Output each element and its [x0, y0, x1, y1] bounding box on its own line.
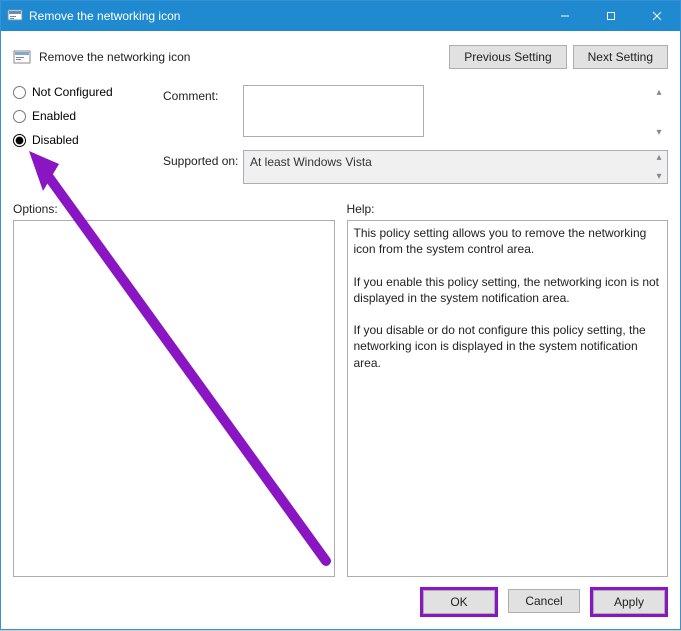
radio-label: Not Configured — [32, 85, 113, 99]
window-body: Remove the networking icon Previous Sett… — [1, 31, 680, 629]
next-setting-button[interactable]: Next Setting — [573, 45, 668, 69]
scroll-arrows: ▴ ▾ — [652, 87, 666, 138]
close-button[interactable] — [634, 1, 680, 31]
fields-column: Comment: ▴ ▾ Supported on: At least Wind… — [163, 85, 668, 194]
cancel-slot: Cancel — [506, 587, 582, 617]
policy-icon — [13, 48, 31, 66]
annotation-highlight-ok: OK — [420, 587, 498, 617]
window-controls — [542, 1, 680, 31]
window-title: Remove the networking icon — [29, 9, 542, 23]
header-row: Remove the networking icon Previous Sett… — [13, 45, 668, 69]
supported-label: Supported on: — [163, 150, 243, 168]
minimize-button[interactable] — [542, 1, 588, 31]
comment-input[interactable] — [243, 85, 424, 137]
policy-editor-window: Remove the networking icon — [0, 0, 681, 630]
radio-not-configured-input[interactable] — [13, 86, 26, 99]
help-pane: This policy setting allows you to remove… — [347, 220, 669, 577]
options-pane[interactable] — [13, 220, 335, 577]
dialog-buttons: OK Cancel Apply — [13, 587, 668, 617]
chevron-down-icon: ▾ — [656, 127, 661, 138]
radio-disabled[interactable]: Disabled — [13, 133, 153, 147]
annotation-highlight-apply: Apply — [590, 587, 668, 617]
config-row: Not Configured Enabled Disabled Comment: — [13, 85, 668, 194]
nav-buttons: Previous Setting Next Setting — [449, 45, 668, 69]
radio-enabled-input[interactable] — [13, 110, 26, 123]
radio-not-configured[interactable]: Not Configured — [13, 85, 153, 99]
titlebar: Remove the networking icon — [1, 1, 680, 31]
setting-title-wrap: Remove the networking icon — [13, 48, 449, 66]
apply-button[interactable]: Apply — [593, 590, 665, 614]
maximize-button[interactable] — [588, 1, 634, 31]
radio-label: Disabled — [32, 133, 79, 147]
comment-label: Comment: — [163, 85, 243, 103]
help-label: Help: — [347, 202, 669, 216]
radio-disabled-input[interactable] — [13, 134, 26, 147]
lower-panes: Options: Help: This policy setting allow… — [13, 202, 668, 577]
radio-label: Enabled — [32, 109, 76, 123]
state-radio-group: Not Configured Enabled Disabled — [13, 85, 153, 194]
ok-button[interactable]: OK — [423, 590, 495, 614]
comment-field: Comment: ▴ ▾ — [163, 85, 668, 140]
options-label: Options: — [13, 202, 335, 216]
cancel-button[interactable]: Cancel — [508, 589, 580, 613]
help-pane-wrap: Help: This policy setting allows you to … — [347, 202, 669, 577]
supported-field: Supported on: At least Windows Vista ▴ ▾ — [163, 150, 668, 184]
supported-text: At least Windows Vista — [250, 155, 372, 169]
radio-enabled[interactable]: Enabled — [13, 109, 153, 123]
previous-setting-button[interactable]: Previous Setting — [449, 45, 566, 69]
setting-title: Remove the networking icon — [39, 50, 190, 64]
app-icon — [7, 8, 23, 24]
chevron-up-icon: ▴ — [656, 87, 661, 98]
supported-value: At least Windows Vista — [243, 150, 668, 184]
options-pane-wrap: Options: — [13, 202, 335, 577]
